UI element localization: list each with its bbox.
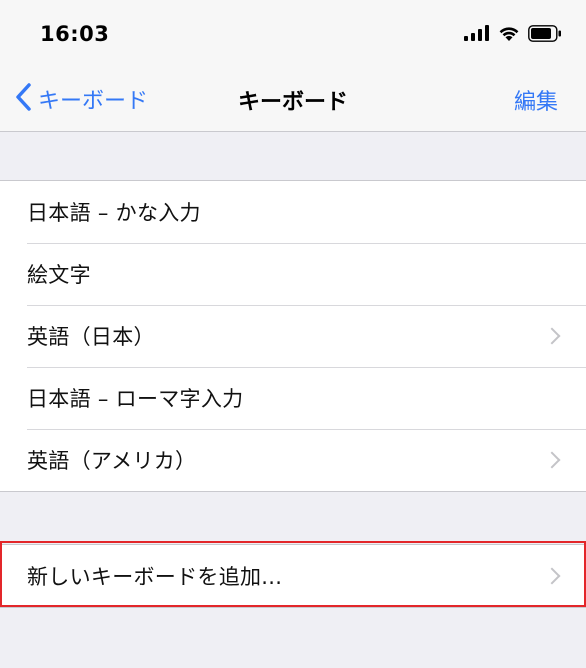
keyboard-item-label: 英語（アメリカ） — [27, 449, 197, 473]
keyboard-list: 日本語 – かな入力 絵文字 英語（日本） 日本語 – ローマ字入力 英語（アメ… — [0, 180, 586, 492]
keyboard-item-english-us[interactable]: 英語（アメリカ） — [0, 429, 586, 491]
cellular-signal-icon — [464, 25, 490, 45]
keyboard-item-label: 日本語 – ローマ字入力 — [27, 387, 244, 411]
navigation-header: 16:03 キーボード キーボード 編集 — [0, 0, 586, 132]
wifi-icon — [498, 25, 520, 46]
status-time: 16:03 — [40, 22, 110, 46]
add-keyboard-button[interactable]: 新しいキーボードを追加... — [0, 545, 586, 607]
keyboard-item-english-japan[interactable]: 英語（日本） — [0, 305, 586, 367]
keyboard-item-emoji[interactable]: 絵文字 — [0, 243, 586, 305]
edit-button[interactable]: 編集 — [514, 84, 558, 116]
page-title: キーボード — [237, 90, 348, 115]
keyboard-item-japanese-kana[interactable]: 日本語 – かな入力 — [0, 181, 586, 243]
add-keyboard-label: 新しいキーボードを追加... — [27, 565, 283, 589]
chevron-right-icon — [543, 327, 561, 345]
keyboard-item-label: 日本語 – かな入力 — [27, 201, 201, 225]
keyboard-item-japanese-romaji[interactable]: 日本語 – ローマ字入力 — [0, 367, 586, 429]
keyboard-item-label: 英語（日本） — [27, 325, 155, 349]
chevron-right-icon — [543, 451, 561, 469]
add-keyboard-group: 新しいキーボードを追加... — [0, 544, 586, 608]
settings-screen: 16:03 キーボード キーボード 編集 日本語 – かな入力 絵文字 英語（日… — [0, 0, 586, 668]
keyboard-item-label: 絵文字 — [27, 263, 91, 287]
battery-icon — [528, 24, 562, 46]
chevron-right-icon — [543, 567, 561, 585]
status-icons — [464, 24, 562, 46]
